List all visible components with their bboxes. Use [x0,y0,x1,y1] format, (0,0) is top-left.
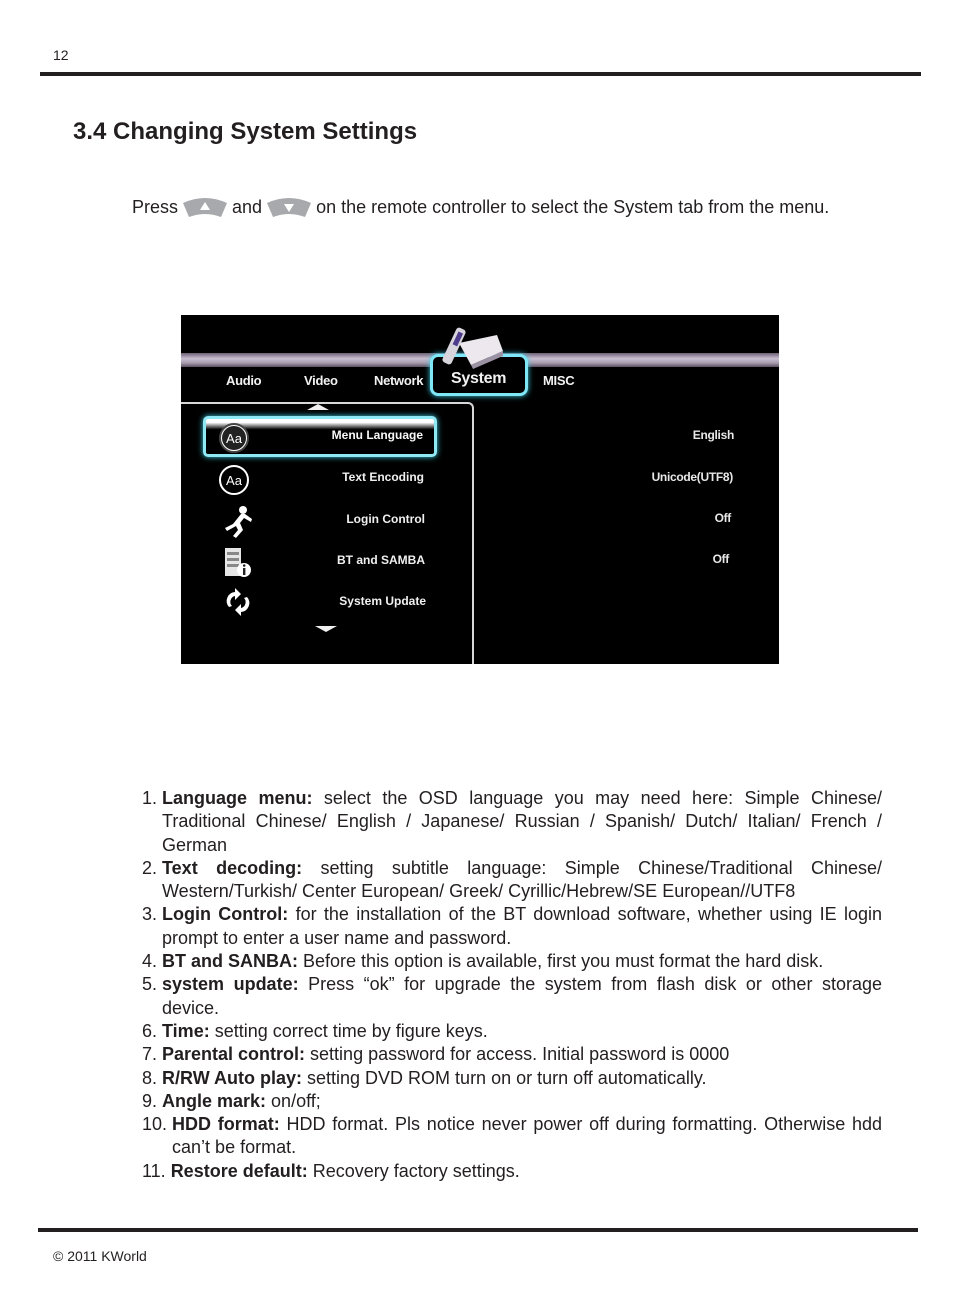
tab-misc[interactable]: MISC [543,373,575,388]
list-item: 8. R/RW Auto play: setting DVD ROM turn … [142,1067,707,1088]
list-item: 7. Parental control: setting password fo… [142,1044,730,1065]
list-item: 9. Angle mark: on/off; [142,1090,321,1111]
menu-item-text-encoding[interactable]: Text Encoding [224,470,424,484]
menu-item-bt-and-samba[interactable]: BT and SAMBA [225,553,425,567]
list-item: 4. BT and SANBA: Before this option is a… [142,951,824,972]
instruction-and: and [232,196,263,217]
tab-network[interactable]: Network [374,373,424,388]
tab-system[interactable]: System [451,370,506,388]
menu-item-menu-language[interactable]: Menu Language [223,428,423,442]
list-item: 1. Language menu: select the OSD languag… [142,788,882,855]
menu-tabs: Audio Video Network System MISC [181,370,779,397]
system-device-icon [442,327,503,369]
instruction-press: Press [132,196,179,217]
menu-item-system-update[interactable]: System Update [226,594,426,608]
value-menu-language: English [692,428,735,442]
footer-rule [38,1228,918,1232]
instruction-line: Press and on the remote controller to se… [132,195,829,219]
value-bt-and-samba: Off [712,552,730,566]
scroll-up-arrow-icon[interactable] [307,404,329,410]
value-login-control: Off [714,511,732,525]
up-arrow-button-icon [181,195,229,219]
value-text-encoding: Unicode(UTF8) [651,470,734,484]
system-menu-screenshot: Audio Video Network System MISC Aa Menu … [181,315,779,664]
list-item: 5. system update: Press “ok” for upgrade… [142,974,882,1018]
header-rule [40,72,921,76]
menu-item-login-control[interactable]: Login Control [225,512,425,526]
list-item: 11. Restore default: Recovery factory se… [142,1160,520,1181]
list-item: 2. Text decoding: setting subtitle langu… [142,857,883,902]
list-item: 3. Login Control: for the installation o… [142,904,883,948]
tab-video[interactable]: Video [304,373,338,388]
list-item: 10. HDD format: HDD format. Pls notice n… [142,1114,882,1158]
instruction-rest: on the remote controller to select the S… [316,196,830,217]
tab-audio[interactable]: Audio [226,373,262,388]
list-item: 6. Time: setting correct time by figure … [142,1020,488,1041]
scroll-down-arrow-icon[interactable] [315,626,337,632]
page-number: 12 [53,47,69,63]
settings-description-list: 1. Language menu: select the OSD languag… [142,787,882,1183]
down-arrow-button-icon [265,195,313,219]
section-title: 3.4 Changing System Settings [73,118,418,145]
copyright-footer: © 2011 KWorld [53,1248,147,1264]
